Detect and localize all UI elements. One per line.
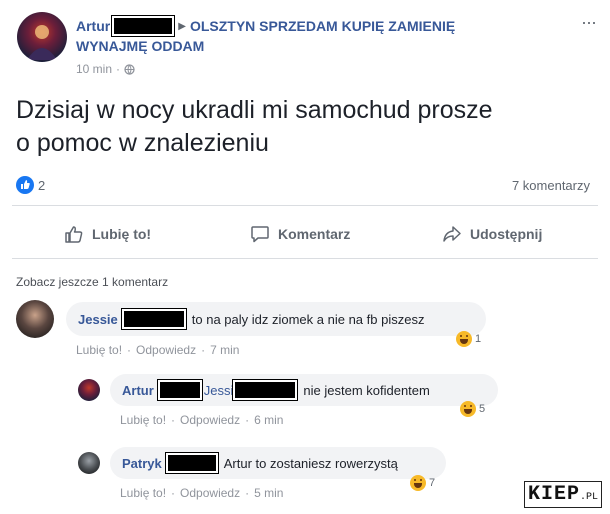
comments-count[interactable]: 7 komentarzy [512,178,590,193]
watermark-logo: KIEP .PL [523,481,602,508]
comment-reactions[interactable]: 5 [460,401,485,417]
commenter-avatar[interactable] [16,300,54,338]
avatar-figure-icon [27,25,57,60]
haha-reaction-icon [460,401,476,417]
comment-reactions[interactable]: 1 [456,331,481,347]
post-text: Dzisiaj w nocy ukradli mi samochud prosz… [16,94,493,160]
comment-bubble: Patryk Artur to zostaniesz rowerzystą [110,447,446,479]
arrow-right-icon: ▶ [178,20,186,32]
comment-text: Artur to zostaniesz rowerzystą [223,455,398,471]
thumbs-up-icon [65,226,83,243]
post-time[interactable]: 10 min [76,62,112,76]
comment-time[interactable]: 5 min [254,486,283,500]
commenter-name[interactable]: Jessie [78,312,118,327]
reaction-count: 1 [475,333,482,345]
comment-button[interactable]: Komentarz [250,224,350,244]
comment-text: to na paly idz ziomek a nie na fb piszes… [191,311,425,327]
comment-reply-link[interactable]: Odpowiedz [180,486,240,500]
like-count: 2 [38,177,46,193]
commenter-name[interactable]: Patryk [122,456,162,471]
like-button[interactable]: Lubię to! [64,224,151,244]
view-more-comments-link[interactable]: Zobacz jeszcze 1 komentarz [16,275,168,289]
author-avatar[interactable] [17,12,67,62]
comment-label: Komentarz [278,226,351,242]
comment-meta: Lubię to! · Odpowiedz · 5 min [120,486,284,500]
watermark-suffix: .PL [579,492,598,503]
haha-reaction-icon [456,331,472,347]
haha-reaction-icon [410,475,426,491]
comment-bubble-icon [251,226,269,243]
post-timestamp-row: 10 min · [76,62,135,76]
comment-time[interactable]: 6 min [254,413,283,427]
redaction-bar [164,452,219,474]
post-reactions[interactable]: 2 [16,176,45,194]
reaction-count: 5 [479,403,486,415]
comment-reply-link[interactable]: Odpowiedz [136,343,196,357]
share-label: Udostępnij [470,226,543,242]
mention-link[interactable]: Jessi [204,383,234,398]
post-text-line: o pomoc w znalezieniu [16,129,269,157]
comment-like-link[interactable]: Lubię to! [76,343,122,357]
comment-reactions[interactable]: 7 [410,475,435,491]
comment-meta: Lubię to! · Odpowiedz · 6 min [120,413,284,427]
post-header-line1: Artur ▶ OLSZTYN SPRZEDAM KUPIĘ ZAMIENIĘ [76,15,455,37]
comment-reply-link[interactable]: Odpowiedz [180,413,240,427]
comment-like-link[interactable]: Lubię to! [120,486,166,500]
commenter-avatar[interactable] [78,452,100,474]
group-name-line2[interactable]: WYNAJMĘ ODDAM [76,38,204,54]
comment-like-link[interactable]: Lubię to! [120,413,166,427]
divider [12,258,598,259]
globe-icon [124,63,135,75]
author-name[interactable]: Artur [76,18,110,34]
time-separator: · [116,62,121,76]
comment-bubble: Artur Jessi nie jestem kofidentem [110,374,498,406]
commenter-name[interactable]: Artur [122,383,154,398]
comment-meta: Lubię to! · Odpowiedz · 7 min [76,343,240,357]
redaction-bar [156,379,203,401]
redaction-bar [232,379,299,401]
divider [12,205,598,206]
share-button[interactable]: Udostępnij [442,224,542,244]
redaction-bar [120,308,187,330]
comment-bubble: Jessie to na paly idz ziomek a nie na fb… [66,302,486,336]
share-arrow-icon [443,226,461,242]
post-text-line: Dzisiaj w nocy ukradli mi samochud prosz… [16,96,493,124]
more-options-button[interactable]: ··· [581,12,597,33]
watermark-main: KIEP [527,483,580,506]
redaction-bar [111,15,176,37]
commenter-avatar[interactable] [78,379,100,401]
like-reaction-icon [16,176,34,194]
like-label: Lubię to! [92,226,152,242]
comment-time[interactable]: 7 min [210,343,239,357]
reaction-count: 7 [429,477,436,489]
group-name[interactable]: OLSZTYN SPRZEDAM KUPIĘ ZAMIENIĘ [190,18,455,34]
comment-text: nie jestem kofidentem [303,382,430,398]
